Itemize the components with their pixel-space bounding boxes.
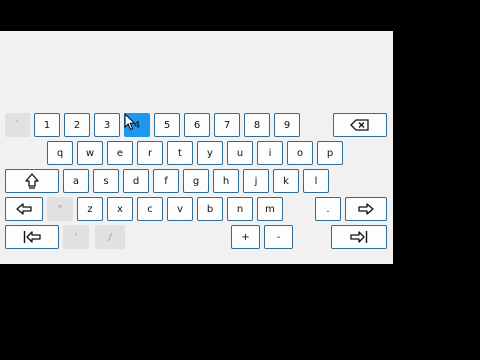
key-r[interactable]: r bbox=[137, 141, 163, 165]
key-b[interactable]: b bbox=[197, 197, 223, 221]
key-apostrophe[interactable]: ' bbox=[63, 225, 89, 249]
key-u[interactable]: u bbox=[227, 141, 253, 165]
arrow-left-icon bbox=[16, 203, 32, 215]
home-icon bbox=[23, 231, 41, 243]
shift-key[interactable] bbox=[5, 169, 59, 193]
key-a[interactable]: a bbox=[63, 169, 89, 193]
key-v[interactable]: v bbox=[167, 197, 193, 221]
key-h[interactable]: h bbox=[213, 169, 239, 193]
key-x[interactable]: x bbox=[107, 197, 133, 221]
key-m[interactable]: m bbox=[257, 197, 283, 221]
key-6[interactable]: 6 bbox=[184, 113, 210, 137]
backspace-key[interactable] bbox=[333, 113, 387, 137]
key-j[interactable]: j bbox=[243, 169, 269, 193]
key-period[interactable]: . bbox=[315, 197, 341, 221]
key-o[interactable]: o bbox=[287, 141, 313, 165]
end-icon bbox=[350, 231, 368, 243]
key-8[interactable]: 8 bbox=[244, 113, 270, 137]
key-2[interactable]: 2 bbox=[64, 113, 90, 137]
key-slash[interactable]: / bbox=[95, 225, 125, 249]
key-5[interactable]: 5 bbox=[154, 113, 180, 137]
arrow-right-icon bbox=[358, 203, 374, 215]
key-y[interactable]: y bbox=[197, 141, 223, 165]
key-g[interactable]: g bbox=[183, 169, 209, 193]
key-n[interactable]: n bbox=[227, 197, 253, 221]
key-7[interactable]: 7 bbox=[214, 113, 240, 137]
key-t[interactable]: t bbox=[167, 141, 193, 165]
key-c[interactable]: c bbox=[137, 197, 163, 221]
backspace-icon bbox=[350, 119, 369, 131]
key-double-quote[interactable]: " bbox=[47, 197, 73, 221]
key-1[interactable]: 1 bbox=[34, 113, 60, 137]
arrow-right-key[interactable] bbox=[345, 197, 387, 221]
key-f[interactable]: f bbox=[153, 169, 179, 193]
key-plus[interactable]: + bbox=[231, 225, 260, 249]
arrow-left-key[interactable] bbox=[5, 197, 43, 221]
key-l[interactable]: l bbox=[303, 169, 329, 193]
key-i[interactable]: i bbox=[257, 141, 283, 165]
key-backtick[interactable]: ` bbox=[5, 113, 30, 137]
key-3[interactable]: 3 bbox=[94, 113, 120, 137]
key-q[interactable]: q bbox=[47, 141, 73, 165]
home-key[interactable] bbox=[5, 225, 59, 249]
key-s[interactable]: s bbox=[93, 169, 119, 193]
end-key[interactable] bbox=[331, 225, 387, 249]
shift-icon bbox=[25, 173, 39, 189]
key-k[interactable]: k bbox=[273, 169, 299, 193]
key-minus[interactable]: - bbox=[264, 225, 293, 249]
key-e[interactable]: e bbox=[107, 141, 133, 165]
key-w[interactable]: w bbox=[77, 141, 103, 165]
key-p[interactable]: p bbox=[317, 141, 343, 165]
mouse-cursor-icon bbox=[124, 113, 136, 131]
key-d[interactable]: d bbox=[123, 169, 149, 193]
key-9[interactable]: 9 bbox=[274, 113, 300, 137]
key-z[interactable]: z bbox=[77, 197, 103, 221]
